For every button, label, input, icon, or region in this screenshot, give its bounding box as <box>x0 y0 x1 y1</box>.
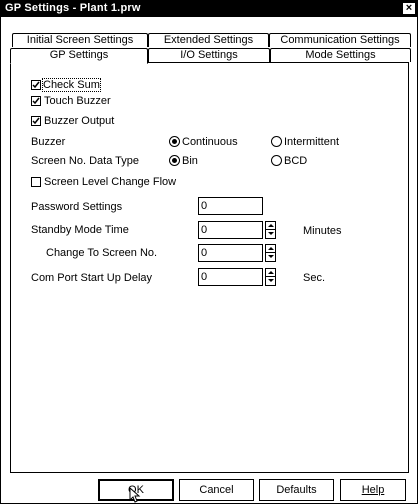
data-type-bcd-radio[interactable] <box>271 155 282 166</box>
spin-down-button[interactable] <box>266 230 275 238</box>
close-button[interactable]: × <box>402 2 416 15</box>
buzzer-intermittent-label: Intermittent <box>284 136 340 148</box>
tab-mode-settings[interactable]: Mode Settings <box>270 48 411 62</box>
tab-label: Initial Screen Settings <box>26 34 134 46</box>
spin-down-button[interactable] <box>266 253 275 261</box>
close-icon: × <box>405 2 413 14</box>
standby-spinner[interactable] <box>265 221 276 239</box>
cancel-label: Cancel <box>199 484 234 496</box>
radio-selected-dot <box>172 139 177 144</box>
buzzer-output-checkbox[interactable] <box>31 116 41 126</box>
buzzer-label: Buzzer <box>31 136 66 148</box>
buzzer-output-label: Buzzer Output <box>44 115 115 127</box>
arrow-up-icon <box>268 247 274 250</box>
arrow-down-icon <box>268 255 274 258</box>
arrow-up-icon <box>268 271 274 274</box>
radio-selected-dot <box>172 158 177 163</box>
com-port-delay-input[interactable]: 0 <box>198 268 263 286</box>
window-title: GP Settings - Plant 1.prw <box>5 2 141 14</box>
tab-label: Mode Settings <box>305 49 376 61</box>
mouse-cursor-icon <box>129 487 141 503</box>
screen-no-type-label: Screen No. Data Type <box>31 155 140 167</box>
spin-up-button[interactable] <box>266 245 275 253</box>
spin-up-button[interactable] <box>266 269 275 277</box>
tab-label: I/O Settings <box>180 49 238 61</box>
tab-label: Communication Settings <box>280 34 400 46</box>
password-input[interactable]: 0 <box>198 197 263 215</box>
buzzer-intermittent-radio[interactable] <box>271 136 282 147</box>
com-port-delay-spinner[interactable] <box>265 268 276 286</box>
tab-label: Extended Settings <box>163 34 254 46</box>
com-port-delay-unit: Sec. <box>303 272 326 284</box>
standby-input[interactable]: 0 <box>198 221 263 239</box>
com-port-delay-label: Com Port Start Up Delay <box>31 272 153 284</box>
arrow-down-icon <box>268 279 274 282</box>
panel-top-border <box>148 62 409 63</box>
checkmark-icon <box>32 97 40 105</box>
standby-unit: Minutes <box>303 225 342 237</box>
change-screen-input[interactable]: 0 <box>198 244 263 262</box>
cancel-button[interactable]: Cancel <box>179 479 254 501</box>
touch-buzzer-label: Touch Buzzer <box>44 95 111 107</box>
checkmark-icon <box>32 81 40 89</box>
defaults-label: Defaults <box>276 484 317 496</box>
spin-up-button[interactable] <box>266 222 275 230</box>
data-type-bin-radio[interactable] <box>169 155 180 166</box>
data-type-bin-label: Bin <box>182 155 198 167</box>
title-bar: GP Settings - Plant 1.prw × <box>0 0 418 17</box>
defaults-button[interactable]: Defaults <box>259 479 334 501</box>
arrow-down-icon <box>268 232 274 235</box>
spin-down-button[interactable] <box>266 277 275 285</box>
touch-buzzer-checkbox[interactable] <box>31 96 41 106</box>
arrow-up-icon <box>268 224 274 227</box>
tab-gp-settings[interactable]: GP Settings <box>10 48 148 64</box>
screen-level-change-label: Screen Level Change Flow <box>44 176 177 188</box>
password-label: Password Settings <box>31 201 123 213</box>
buzzer-continuous-label: Continuous <box>182 136 238 148</box>
data-type-bcd-label: BCD <box>284 155 308 167</box>
screen-level-change-checkbox[interactable] <box>31 177 41 187</box>
tab-io-settings[interactable]: I/O Settings <box>148 48 270 62</box>
checkmark-icon <box>32 117 40 125</box>
buzzer-continuous-radio[interactable] <box>169 136 180 147</box>
tab-label: GP Settings <box>49 49 109 61</box>
standby-label: Standby Mode Time <box>31 224 129 236</box>
check-sum-label: Check Sum <box>42 78 101 92</box>
help-label: Help <box>361 484 385 496</box>
tab-communication-settings[interactable]: Communication Settings <box>269 33 411 47</box>
check-sum-checkbox[interactable] <box>31 80 41 90</box>
tab-initial-screen-settings[interactable]: Initial Screen Settings <box>12 33 148 47</box>
change-screen-spinner[interactable] <box>265 244 276 262</box>
tab-extended-settings[interactable]: Extended Settings <box>148 33 269 47</box>
help-button[interactable]: Help <box>340 479 406 501</box>
change-screen-label: Change To Screen No. <box>46 247 158 259</box>
